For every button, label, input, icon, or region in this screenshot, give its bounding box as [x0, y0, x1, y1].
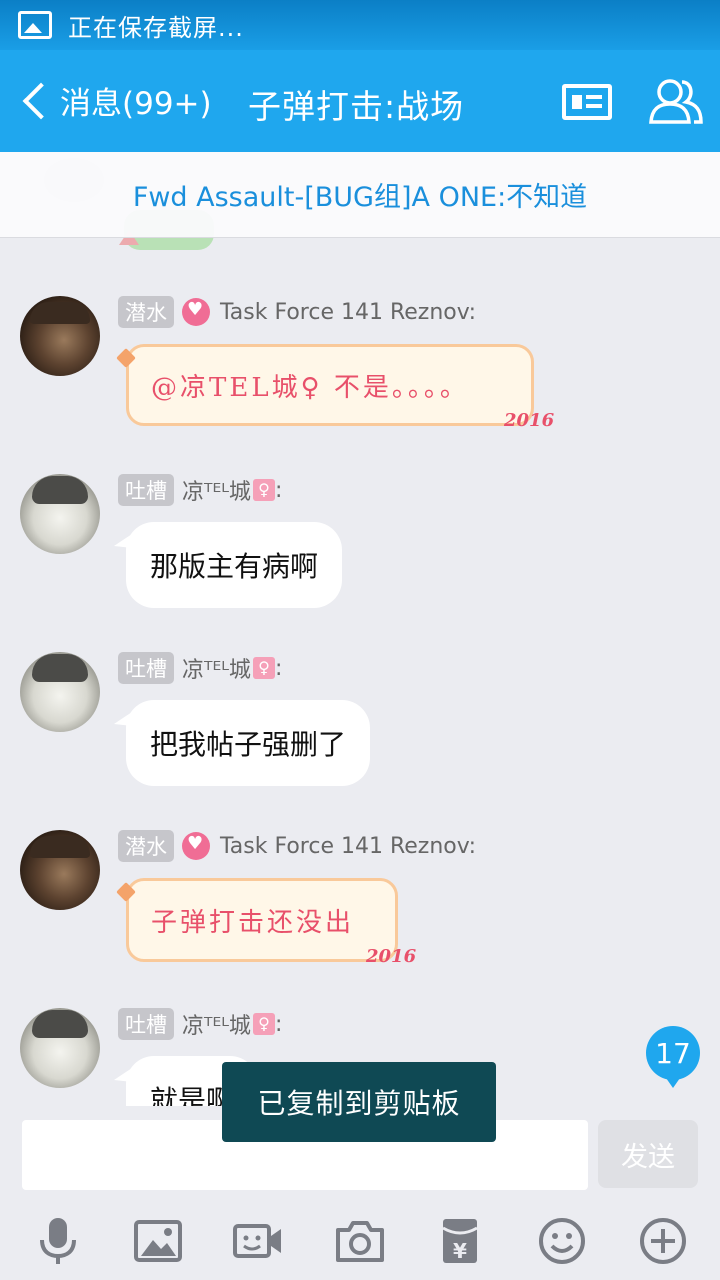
send-button[interactable]: 发送 — [598, 1120, 698, 1188]
year-decoration: 2016 — [366, 946, 417, 967]
pinned-announcement[interactable]: Fwd Assault-[BUG组]A ONE:不知道 — [0, 152, 720, 238]
mic-icon[interactable] — [33, 1216, 83, 1266]
unread-count-badge[interactable]: 17 — [646, 1026, 700, 1088]
message-header: 吐槽 凉ᵀᴱᴸ城 ♀ : — [118, 652, 282, 684]
image-icon[interactable] — [133, 1216, 183, 1266]
emoji-icon[interactable] — [537, 1216, 587, 1266]
plus-icon[interactable] — [638, 1216, 688, 1266]
sender-name[interactable]: 凉ᵀᴱᴸ城 — [182, 652, 251, 684]
member-tag: 潜水 — [118, 830, 174, 862]
svg-text:¥: ¥ — [453, 1239, 467, 1263]
red-packet-icon[interactable]: ¥ — [435, 1216, 485, 1266]
avatar[interactable] — [20, 296, 100, 376]
female-icon: ♀ — [252, 479, 275, 501]
avatar[interactable] — [20, 830, 100, 910]
chat-toolbar: ¥ — [0, 1206, 720, 1274]
sender-name[interactable]: 凉ᵀᴱᴸ城 — [182, 474, 251, 506]
avatar[interactable] — [20, 474, 100, 554]
sender-suffix: : — [274, 655, 283, 681]
heart-icon — [182, 298, 210, 326]
sender-name[interactable]: 凉ᵀᴱᴸ城 — [182, 1008, 251, 1040]
group-info-card-icon[interactable] — [562, 84, 612, 120]
chevron-left-icon — [22, 82, 60, 119]
status-bar: 正在保存截屏... — [0, 0, 720, 50]
message-header: 吐槽 凉ᵀᴱᴸ城 ♀ : — [118, 1008, 282, 1040]
video-call-icon[interactable] — [233, 1216, 283, 1266]
sender-suffix: : — [274, 1011, 283, 1037]
chat-title: 子弹打击:战场 — [248, 87, 465, 126]
sender-name[interactable]: Task Force 141 Reznov: — [220, 300, 476, 325]
back-label: 消息(99+) — [60, 86, 212, 122]
sender-name[interactable]: Task Force 141 Reznov: — [220, 834, 476, 859]
message-text: 子弹打击还没出 — [151, 907, 355, 938]
member-tag: 吐槽 — [118, 1008, 174, 1040]
group-members-icon[interactable] — [648, 78, 704, 126]
message-header: 潜水 Task Force 141 Reznov: — [118, 296, 476, 328]
avatar[interactable] — [20, 1008, 100, 1088]
member-tag: 吐槽 — [118, 474, 174, 506]
female-icon: ♀ — [252, 657, 275, 679]
member-tag: 吐槽 — [118, 652, 174, 684]
nav-bar: 消息(99+) 子弹打击:战场 — [0, 50, 720, 152]
message-header: 吐槽 凉ᵀᴱᴸ城 ♀ : — [118, 474, 282, 506]
screenshot-icon — [18, 11, 52, 39]
message-bubble[interactable]: @凉TEL城♀ 不是。。。。 — [126, 344, 534, 426]
message-bubble[interactable]: 把我帖子强删了 — [113, 700, 371, 786]
message-bubble[interactable]: 那版主有病啊 — [113, 522, 343, 608]
message-text: 那版主有病啊 — [150, 550, 319, 583]
pinned-text: Fwd Assault-[BUG组]A ONE:不知道 — [132, 182, 588, 213]
copied-toast: 已复制到剪贴板 — [222, 1062, 496, 1142]
female-icon: ♀ — [252, 1013, 275, 1035]
message-header: 潜水 Task Force 141 Reznov: — [118, 830, 476, 862]
status-text: 正在保存截屏... — [68, 13, 244, 42]
heart-icon — [182, 832, 210, 860]
back-button[interactable]: 消息(99+) — [16, 78, 212, 123]
sender-suffix: : — [274, 477, 283, 503]
message-bubble[interactable]: 子弹打击还没出 — [126, 878, 398, 962]
camera-icon[interactable] — [335, 1216, 385, 1266]
avatar[interactable] — [20, 652, 100, 732]
member-tag: 潜水 — [118, 296, 174, 328]
message-text: @凉TEL城♀ 不是。。。。 — [151, 372, 469, 403]
message-text: 把我帖子强删了 — [150, 728, 347, 761]
year-decoration: 2016 — [504, 410, 555, 431]
